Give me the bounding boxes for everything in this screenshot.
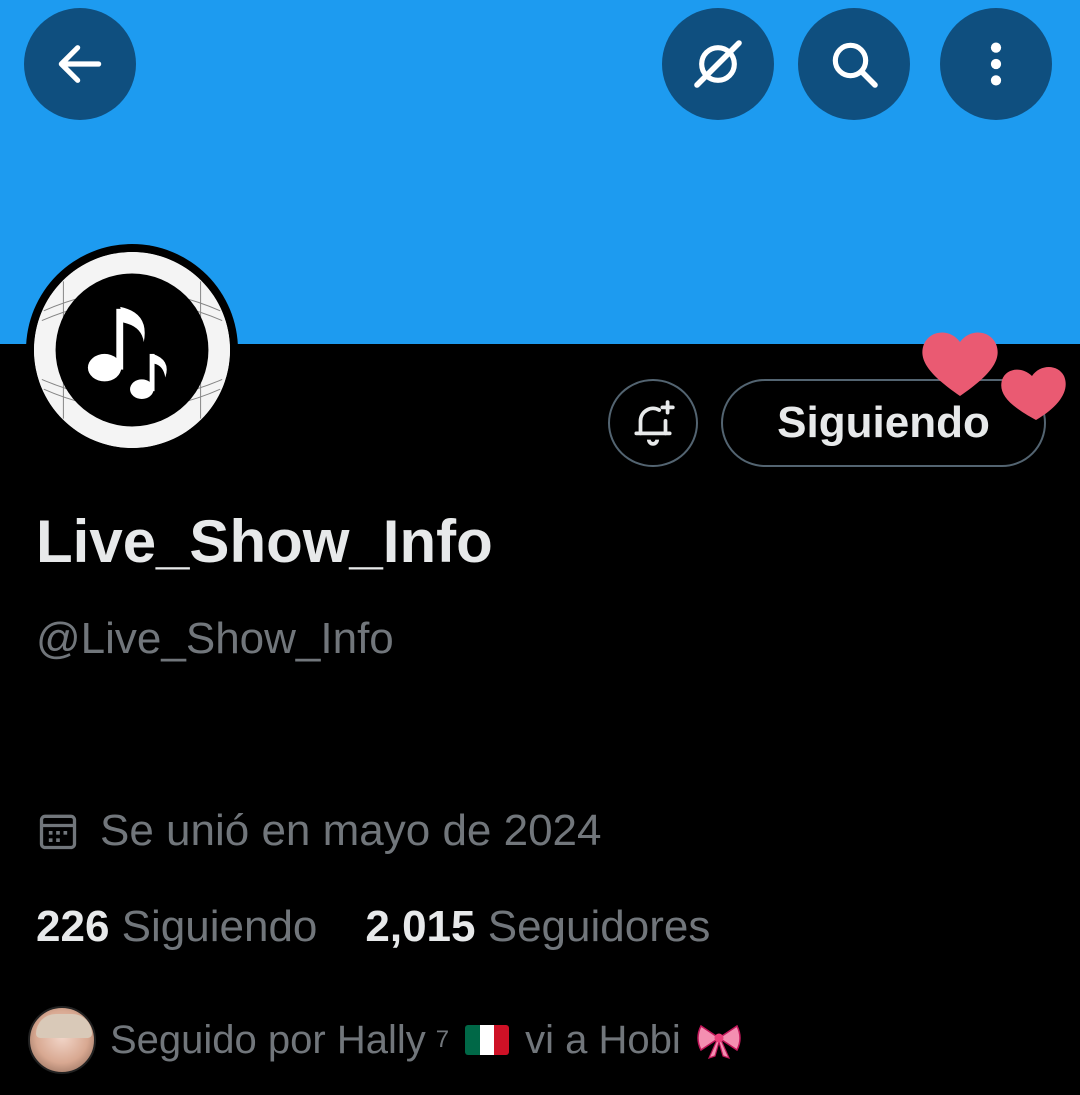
follower-avatar <box>28 1006 96 1074</box>
profile-stats: 226 Siguiendo 2,015 Seguidores <box>36 902 710 952</box>
search-icon <box>832 42 878 88</box>
search-button[interactable] <box>798 8 910 120</box>
followed-by-row[interactable]: Seguido por Hally 7 vi a Hobi <box>28 1006 743 1074</box>
back-button[interactable] <box>24 8 136 120</box>
followed-by-superscript: 7 <box>435 1026 450 1053</box>
music-notes-icon <box>34 252 230 448</box>
hearts-sticker-icon <box>922 332 1066 420</box>
arrow-left-icon <box>58 45 102 83</box>
more-vertical-icon <box>990 42 1002 86</box>
notifications-button[interactable] <box>608 379 698 467</box>
grok-button[interactable] <box>662 8 774 120</box>
grok-slash-icon <box>694 40 742 88</box>
profile-avatar[interactable] <box>26 244 238 456</box>
joined-text: Se unió en mayo de 2024 <box>100 806 602 855</box>
followed-by-prefix: Seguido por Hally <box>110 1017 426 1062</box>
bell-plus-icon <box>634 400 675 446</box>
following-stat[interactable]: 226 Siguiendo <box>36 902 317 952</box>
profile-handle: @Live_Show_Info <box>36 614 394 663</box>
more-options-button[interactable] <box>940 8 1052 120</box>
profile-display-name: Live_Show_Info <box>36 508 493 575</box>
followers-stat[interactable]: 2,015 Seguidores <box>365 902 710 952</box>
calendar-icon <box>39 814 77 850</box>
followed-by-suffix: vi a Hobi <box>525 1017 681 1062</box>
mexico-flag-icon <box>465 1025 510 1055</box>
following-count: 226 <box>36 902 110 951</box>
followers-label: Seguidores <box>487 902 711 951</box>
ribbon-bow-icon <box>696 1024 741 1059</box>
followers-count: 2,015 <box>365 902 476 951</box>
following-label: Siguiendo <box>121 902 318 951</box>
joined-date: Se unió en mayo de 2024 <box>36 806 602 856</box>
